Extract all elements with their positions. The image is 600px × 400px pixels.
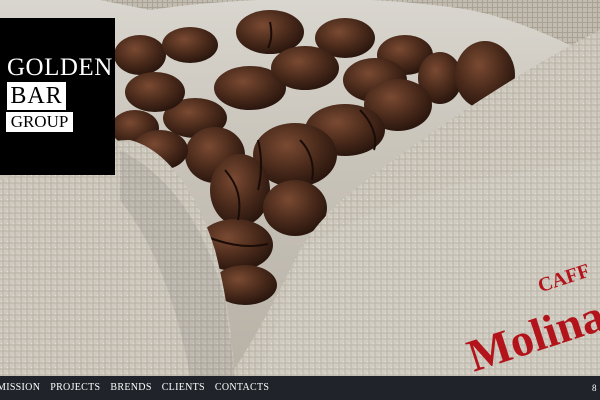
nav-right-fragment: 8 [592,383,597,393]
nav-item-mission[interactable]: MISSION [0,376,40,400]
main-navigation: MISSION PROJECTS BRENDS CLIENTS CONTACTS… [0,376,600,400]
nav-menu: MISSION PROJECTS BRENDS CLIENTS CONTACTS [0,376,279,400]
nav-item-clients[interactable]: CLIENTS [162,376,205,400]
nav-item-projects[interactable]: PROJECTS [50,376,100,400]
nav-item-brends[interactable]: BRENDS [110,376,151,400]
nav-item-contacts[interactable]: CONTACTS [215,376,269,400]
hero-banner: CAFF Molinar GOLDEN BAR GROUP [0,0,600,376]
golden-bar-group-logo[interactable]: GOLDEN BAR GROUP [0,18,115,175]
logo-line-group: GROUP [6,112,73,132]
logo-line-bar: BAR [7,82,66,110]
logo-line-golden: GOLDEN [7,54,113,81]
